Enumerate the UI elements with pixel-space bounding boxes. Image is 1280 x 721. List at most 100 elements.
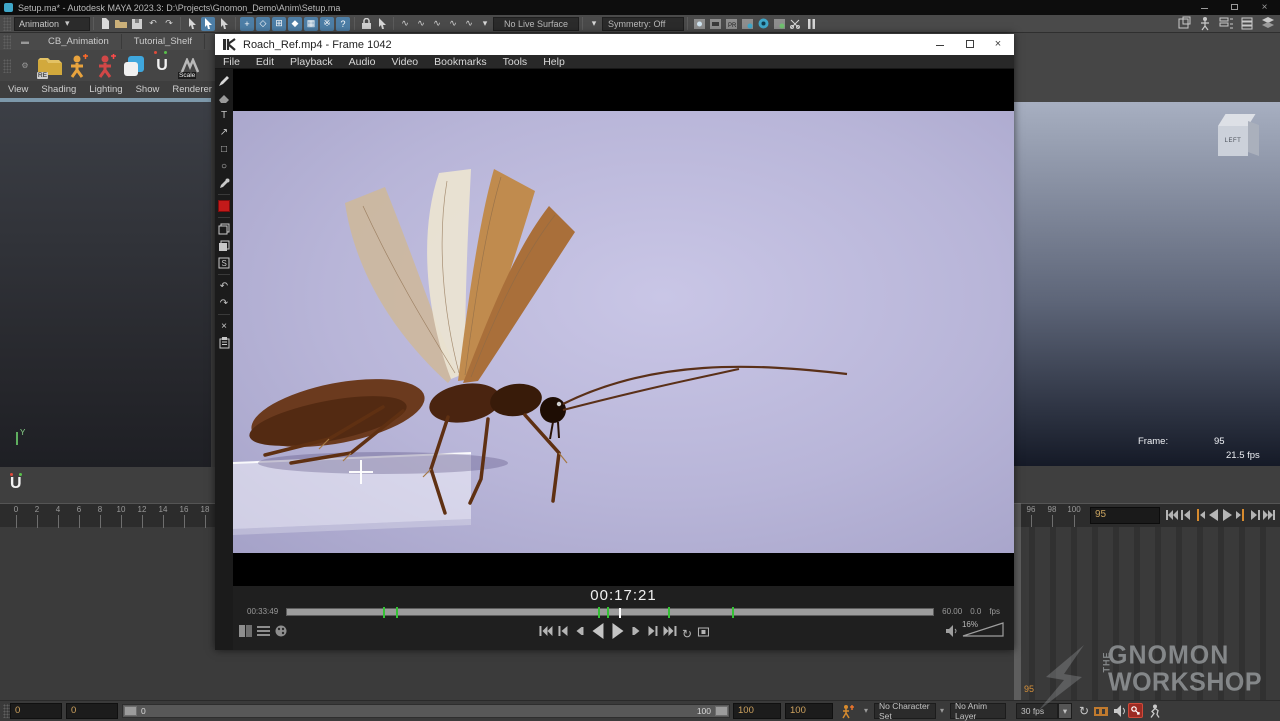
chevron-down-icon[interactable]: ▾ (587, 17, 601, 31)
play-forwards-button[interactable] (1221, 508, 1234, 522)
render-icon-4[interactable] (740, 17, 754, 31)
symmetry-field[interactable]: Symmetry: Off (602, 17, 684, 31)
player-menu-file[interactable]: File (215, 56, 248, 68)
player-close-button[interactable]: × (990, 37, 1006, 52)
player-menu-edit[interactable]: Edit (248, 56, 282, 68)
range-handle-max[interactable] (715, 706, 728, 716)
select-tool-icon[interactable] (185, 17, 199, 31)
playback-start-field[interactable]: 0 (66, 703, 118, 719)
video-display-area[interactable] (233, 69, 1014, 586)
go-to-start-button[interactable] (1165, 508, 1178, 522)
previous-bookmark-button[interactable] (557, 624, 568, 643)
hold-frame-icon[interactable] (697, 625, 709, 643)
panel-menu-lighting[interactable]: Lighting (89, 84, 122, 95)
step-back-button[interactable] (573, 624, 584, 643)
live-surface-field[interactable]: No Live Surface (493, 17, 579, 31)
snap-surface-icon[interactable]: ▦ (304, 17, 318, 31)
select-hierarchy-icon[interactable] (201, 17, 215, 31)
text-tool-icon[interactable]: T (217, 108, 231, 122)
fps-dropdown-caret[interactable]: ▾ (1058, 703, 1072, 719)
anim-layer-dropdown[interactable]: No Anim Layer (950, 703, 1006, 719)
lock-icon[interactable] (359, 17, 373, 31)
playback-end-field[interactable]: 100 (733, 703, 781, 719)
player-minimize-button[interactable] (932, 37, 948, 52)
snap-curve-icon[interactable]: ◇ (256, 17, 270, 31)
shelf-item-re-folder[interactable]: RE (36, 53, 64, 79)
bookmark-marker[interactable] (383, 607, 385, 618)
player-menu-playback[interactable]: Playback (282, 56, 341, 68)
time-slider-right[interactable]: 96 98 100 95 (1014, 503, 1280, 527)
panel-menu-renderer[interactable]: Renderer (172, 84, 212, 95)
shelf-item-character-orange[interactable] (64, 53, 92, 79)
save-scene-icon[interactable] (130, 17, 144, 31)
shelf-gear-icon[interactable]: ⚙ (21, 61, 28, 70)
player-menu-tools[interactable]: Tools (495, 56, 536, 68)
annotation-list-icon[interactable] (217, 336, 231, 350)
input-curve-icon-4[interactable]: ∿ (446, 17, 460, 31)
bookmark-marker[interactable] (668, 607, 670, 618)
eraser-tool-icon[interactable] (217, 91, 231, 105)
highlight-selection-icon[interactable] (375, 17, 389, 31)
playlist-icon[interactable] (257, 624, 270, 642)
step-forward-key-button[interactable] (1235, 508, 1248, 522)
undo-icon[interactable]: ↶ (217, 279, 231, 293)
bookmark-marker[interactable] (396, 607, 398, 618)
fps-dropdown[interactable]: 30 fps (1016, 703, 1058, 719)
snapshot-tool-icon[interactable]: S (217, 256, 231, 270)
eyedropper-tool-icon[interactable] (217, 176, 231, 190)
render-icon-1[interactable] (692, 17, 706, 31)
player-timeline-scrubber[interactable] (286, 608, 934, 616)
view-cube[interactable]: LEFT (1216, 112, 1264, 162)
shelf-item-character-red[interactable] (92, 53, 120, 79)
animation-start-field[interactable]: 0 (10, 703, 62, 719)
shelf-item-u-tool[interactable]: U (148, 53, 176, 79)
player-menu-help[interactable]: Help (535, 56, 573, 68)
cut-icon[interactable] (788, 17, 802, 31)
player-menu-video[interactable]: Video (383, 56, 426, 68)
current-frame-field[interactable]: 95 (1090, 507, 1160, 524)
character-set-dropdown[interactable]: No Character Set (874, 703, 936, 719)
animation-preferences-icon[interactable] (1146, 703, 1162, 719)
auto-keyframe-toggle[interactable] (1128, 703, 1143, 718)
play-backwards-button[interactable] (1207, 508, 1220, 522)
undo-icon[interactable]: ↶ (146, 17, 160, 31)
range-slider-track[interactable]: 0 100 (122, 704, 730, 718)
go-to-end-button[interactable] (663, 624, 677, 643)
next-bookmark-button[interactable] (647, 624, 658, 643)
go-to-start-button[interactable] (538, 624, 552, 643)
chevron-down-icon[interactable]: ▾ (864, 706, 868, 715)
clear-annotations-icon[interactable]: × (217, 319, 231, 333)
split-view-icon[interactable] (239, 624, 252, 642)
player-playhead[interactable] (619, 608, 621, 618)
play-button[interactable] (610, 622, 626, 645)
grip-handle[interactable] (3, 35, 11, 49)
render-icon-3[interactable]: PR (724, 17, 738, 31)
step-forward-frame-button[interactable] (1249, 508, 1262, 522)
open-scene-icon[interactable] (114, 17, 128, 31)
maya-minimize-button[interactable] (1199, 2, 1210, 13)
shelf-item-blue-squares[interactable] (120, 53, 148, 79)
input-curve-icon-3[interactable]: ∿ (430, 17, 444, 31)
go-to-end-button[interactable] (1263, 508, 1276, 522)
bookmark-marker[interactable] (607, 607, 609, 618)
render-icon-6[interactable] (772, 17, 786, 31)
viewport-left-pane[interactable]: Y (0, 102, 211, 467)
u-tool-icon[interactable]: U (10, 475, 22, 493)
render-icon-5[interactable] (756, 17, 770, 31)
snap-grid-icon[interactable]: + (240, 17, 254, 31)
maya-close-button[interactable]: × (1259, 2, 1270, 13)
grip-handle[interactable] (3, 59, 11, 73)
copy-frame-icon[interactable] (217, 222, 231, 236)
time-slider-left[interactable]: 0 2 4 6 8 10 12 14 16 18 (0, 503, 215, 527)
input-curve-icon-1[interactable]: ∿ (398, 17, 412, 31)
arrow-tool-icon[interactable]: ↗ (217, 125, 231, 139)
pause-icon[interactable] (804, 17, 818, 31)
player-titlebar[interactable]: Roach_Ref.mp4 - Frame 1042 × (215, 34, 1014, 55)
shelf-tab-tutorial-shelf[interactable]: Tutorial_Shelf (122, 34, 205, 49)
color-swatch[interactable] (217, 199, 231, 213)
step-forward-button[interactable] (631, 624, 642, 643)
player-maximize-button[interactable] (962, 37, 978, 52)
shelf-tab-cb-animation[interactable]: CB_Animation (36, 34, 122, 49)
input-curve-icon-2[interactable]: ∿ (414, 17, 428, 31)
chevron-down-icon[interactable]: ▾ (940, 706, 944, 715)
